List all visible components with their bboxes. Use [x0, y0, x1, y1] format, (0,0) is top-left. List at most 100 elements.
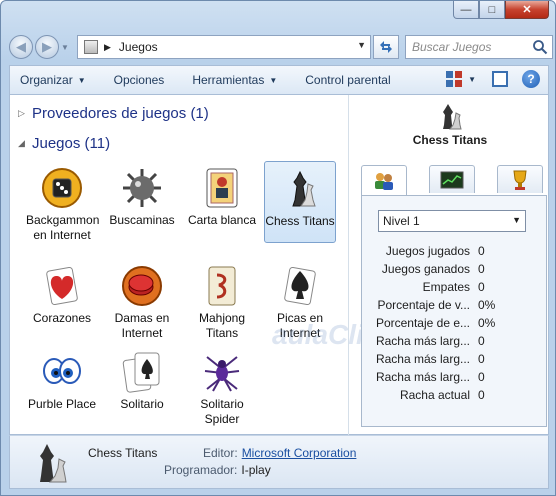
games-group-label: Juegos (11) [32, 135, 111, 152]
performance-icon [440, 171, 464, 188]
game-tile-solitaire[interactable]: Solitario [106, 345, 178, 412]
game-label: Solitario [120, 397, 164, 411]
organize-label: Organizar [20, 73, 73, 87]
stat-label: Racha actual [399, 388, 470, 402]
stat-label: Racha más larg... [375, 352, 470, 366]
expand-triangle-icon[interactable]: ▷ [18, 108, 32, 119]
parental-label: Control parental [305, 73, 391, 87]
forward-button[interactable]: ▶ [35, 35, 59, 59]
search-icon[interactable] [532, 39, 548, 55]
game-tile-mahjong[interactable]: Mahjong Titans [186, 259, 258, 341]
recent-pages-dropdown[interactable]: ▼ [61, 43, 71, 52]
stat-value: 0% [478, 298, 496, 312]
chevron-down-icon: ▼ [77, 75, 86, 85]
organize-menu[interactable]: Organizar ▼ [20, 73, 86, 87]
view-controls: ▼ ? [446, 70, 540, 88]
game-details-pane: Chess Titans Nivel 1 ▼ Juegos jugados 0 … [348, 95, 550, 435]
options-button[interactable]: Opciones [114, 73, 165, 87]
programmer-value: I-play [241, 463, 271, 477]
refresh-icon [380, 41, 392, 53]
selected-game-title: Chess Titans [412, 133, 488, 147]
spider-icon [204, 356, 240, 392]
stat-label: Empates [422, 280, 470, 294]
tools-label: Herramientas [192, 73, 265, 87]
hearts-icon [46, 266, 78, 306]
parental-control-button[interactable]: Control parental [305, 73, 390, 87]
change-view-icon[interactable] [446, 71, 463, 87]
games-folder-icon [84, 40, 98, 54]
command-bar: Organizar ▼ Opciones Herramientas ▼ Contro… [9, 65, 549, 95]
spades-icon [284, 266, 316, 306]
game-tile-freecell[interactable]: Carta blanca [186, 161, 258, 228]
stat-label: Racha más larg... [375, 334, 470, 348]
chess-icon [292, 170, 316, 207]
editor-link[interactable]: Microsoft Corporation [242, 446, 357, 460]
game-label: Purble Place [27, 397, 97, 411]
stat-value: 0 [478, 370, 485, 384]
game-tile-backgammon[interactable]: Backgammon en Internet [26, 161, 100, 243]
minimize-button[interactable]: — [453, 1, 479, 19]
checkers-icon [122, 266, 162, 306]
maximize-button[interactable]: □ [479, 1, 505, 19]
statistics-panel: Nivel 1 ▼ Juegos jugados 0 Juegos ganados… [361, 195, 547, 427]
freecell-icon [206, 168, 238, 208]
game-label: Chess Titans [265, 214, 335, 228]
game-tile-hearts[interactable]: Corazones [26, 259, 98, 326]
stat-row: Racha más larg... 0 [362, 334, 548, 352]
stat-value: 0 [478, 262, 485, 276]
users-stats-icon [375, 172, 393, 190]
stat-label: Juegos ganados [381, 262, 470, 276]
game-label: Mahjong Titans [198, 311, 246, 340]
game-tile-spider-solitaire[interactable]: Solitario Spider [186, 345, 258, 427]
stat-row: Juegos jugados 0 [362, 244, 548, 262]
details-editor: Editor: Microsoft Corporation [203, 446, 356, 460]
backgammon-icon [42, 168, 82, 208]
preview-pane-icon[interactable] [492, 71, 508, 87]
stat-value: 0 [478, 334, 485, 348]
purble-icon [43, 358, 81, 384]
chevron-down-icon: ▼ [512, 215, 521, 225]
refresh-button[interactable] [373, 35, 399, 59]
stat-row: Porcentaje de e... 0% [362, 316, 548, 334]
view-dropdown-icon[interactable]: ▼ [468, 75, 476, 84]
tab-performance[interactable] [429, 165, 475, 193]
game-label: Backgammon en Internet [26, 213, 100, 242]
tools-menu[interactable]: Herramientas ▼ [192, 73, 277, 87]
game-label: Buscaminas [109, 213, 175, 227]
help-icon[interactable]: ? [522, 70, 540, 88]
stat-label: Porcentaje de v... [377, 298, 471, 312]
game-tile-minesweeper[interactable]: Buscaminas [106, 161, 178, 228]
chess-titans-large-icon [40, 444, 67, 483]
stat-label: Racha más larg... [375, 370, 470, 384]
game-tile-checkers[interactable]: Damas en Internet [106, 259, 178, 341]
mahjong-icon [208, 266, 236, 306]
search-input[interactable] [412, 40, 530, 54]
editor-label: Editor: [203, 446, 238, 460]
tab-trophy[interactable] [497, 165, 543, 193]
game-tile-purble-place[interactable]: Purble Place [26, 345, 98, 412]
stat-value: 0 [478, 352, 485, 366]
breadcrumb-separator-icon[interactable]: ▶ [104, 42, 111, 53]
collapse-triangle-icon[interactable]: ◢ [18, 138, 32, 149]
address-dropdown-icon[interactable]: ▼ [357, 40, 366, 50]
stat-value: 0 [478, 388, 485, 402]
address-row: ◀ ▶ ▼ ▶ Juegos ▼ [9, 33, 553, 61]
search-box[interactable] [405, 35, 553, 59]
breadcrumb-games[interactable]: Juegos [119, 40, 158, 54]
level-select[interactable]: Nivel 1 ▼ [378, 210, 526, 232]
address-bar[interactable]: ▶ Juegos ▼ [77, 35, 371, 59]
stat-value: 0 [478, 244, 485, 258]
close-button[interactable]: ✕ [505, 1, 549, 19]
chevron-down-icon: ▼ [269, 75, 278, 85]
stat-row: Juegos ganados 0 [362, 262, 548, 280]
chess-titans-icon [443, 104, 462, 130]
level-select-value: Nivel 1 [383, 214, 420, 228]
stat-row: Racha actual 0 [362, 388, 548, 406]
game-tile-chess-titans[interactable]: Chess Titans [264, 161, 336, 243]
providers-group-header[interactable]: ▷ Proveedores de juegos (1) [18, 105, 209, 122]
back-button[interactable]: ◀ [9, 35, 33, 59]
stat-row: Porcentaje de v... 0% [362, 298, 548, 316]
game-label: Corazones [32, 311, 92, 325]
tab-statistics[interactable] [361, 165, 407, 195]
games-group-header[interactable]: ◢ Juegos (11) [18, 135, 110, 152]
